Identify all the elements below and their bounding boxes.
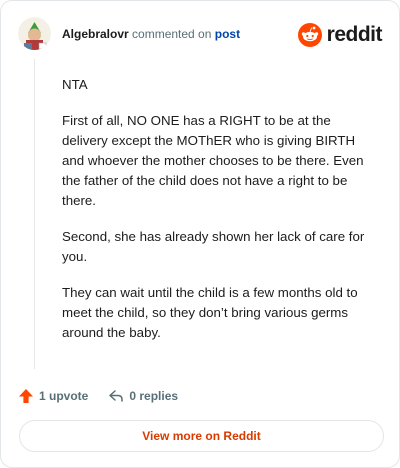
comment-paragraph: First of all, NO ONE has a RIGHT to be a…: [62, 113, 364, 208]
reply-icon: [109, 390, 124, 402]
comment-paragraph: They can wait until the child is a few m…: [62, 285, 358, 340]
comment-paragraph: NTA: [62, 77, 88, 92]
reply-button[interactable]: 0 replies: [108, 388, 178, 404]
reddit-logo-icon: [297, 23, 322, 47]
reply-count: 0 replies: [129, 389, 179, 403]
comment-actions: 1 upvote 0 replies: [18, 386, 178, 406]
reddit-logo[interactable]: reddit: [297, 23, 383, 47]
view-more-button[interactable]: View more on Reddit: [19, 420, 384, 452]
upvote-arrow-icon: [19, 389, 33, 403]
comment-body: NTA First of all, NO ONE has a RIGHT to …: [62, 75, 372, 359]
post-link[interactable]: post: [215, 27, 240, 41]
comment-header: Algebralovr commented on post reddit: [18, 17, 383, 51]
comment-byline: Algebralovr commented on post: [62, 27, 240, 41]
thread-line: [34, 59, 35, 369]
upvote-button[interactable]: 1 upvote: [18, 388, 88, 404]
byline-verb: commented on: [132, 27, 212, 41]
reddit-comment-embed: Algebralovr commented on post reddit NTA…: [0, 0, 400, 468]
avatar[interactable]: [18, 17, 51, 50]
logo-text: reddit: [326, 23, 383, 46]
upvote-count: 1 upvote: [39, 389, 89, 403]
comment-paragraph: Second, she has already shown her lack o…: [62, 229, 365, 264]
username-link[interactable]: Algebralovr: [62, 27, 129, 41]
